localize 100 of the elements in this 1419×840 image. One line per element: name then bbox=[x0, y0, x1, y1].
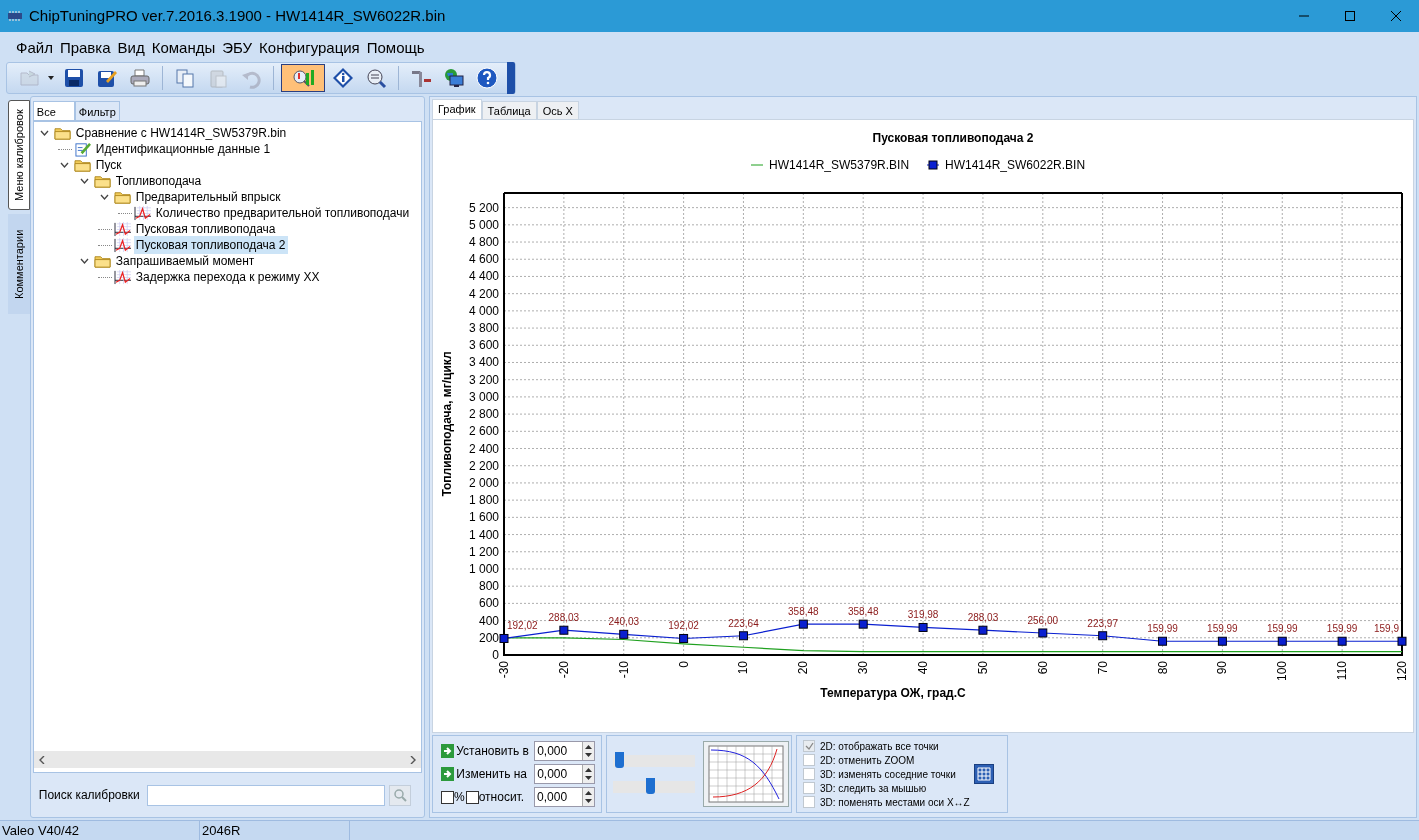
tree-item[interactable]: Предварительный впрыск bbox=[133, 188, 283, 206]
tree-item[interactable]: Пуск bbox=[93, 156, 124, 174]
tree-tab[interactable]: Фильтр bbox=[74, 101, 120, 121]
data-label: 159,99 bbox=[1207, 623, 1238, 635]
spin-icon[interactable] bbox=[585, 767, 592, 781]
y-tick-label: 4 600 bbox=[469, 252, 499, 267]
slider-track[interactable] bbox=[613, 781, 695, 793]
menu-item[interactable]: Файл bbox=[16, 38, 53, 60]
tree-item[interactable]: Пусковая топливоподача 2 bbox=[133, 236, 288, 254]
data-label: 159,9 bbox=[1374, 623, 1399, 635]
data-label: 223,64 bbox=[728, 617, 759, 629]
expanded-caret-icon[interactable] bbox=[100, 194, 110, 200]
document-pencil-icon bbox=[73, 141, 92, 157]
menu-item[interactable]: Команды bbox=[151, 38, 216, 60]
tree-item[interactable]: Топливоподача bbox=[113, 172, 204, 190]
x-tick-label: 90 bbox=[1215, 661, 1230, 675]
status-text: 2046R bbox=[202, 821, 241, 840]
y-tick-label: 2 000 bbox=[469, 475, 499, 490]
number-field[interactable]: 0,000 bbox=[534, 764, 595, 784]
action-label[interactable]: Установить в bbox=[456, 742, 533, 760]
data-point bbox=[619, 629, 629, 639]
x-axis-title: Температура ОЖ, град.С bbox=[820, 686, 966, 700]
grid-button-icon[interactable] bbox=[973, 764, 994, 784]
y-tick-label: 3 200 bbox=[469, 372, 499, 387]
y-tick-label: 1 000 bbox=[469, 561, 499, 576]
y-tick-label: 1 600 bbox=[469, 510, 499, 525]
data-label: 358,48 bbox=[847, 606, 879, 618]
y-tick-label: 0 bbox=[492, 648, 499, 662]
data-label: 159,99 bbox=[1267, 623, 1298, 635]
data-point bbox=[1337, 636, 1347, 646]
data-point bbox=[918, 622, 928, 632]
data-label: 358,48 bbox=[788, 606, 819, 618]
tree-item[interactable]: Сравнение с HW1414R_SW5379R.bin bbox=[73, 124, 289, 142]
chart-magnifier-button[interactable] bbox=[281, 64, 325, 92]
tree-item[interactable]: Запрашиваемый момент bbox=[113, 252, 257, 270]
slider-thumb[interactable] bbox=[615, 752, 625, 768]
y-tick-label: 5 000 bbox=[469, 217, 499, 232]
arrow-icon[interactable] bbox=[442, 746, 453, 756]
x-tick-label: 110 bbox=[1335, 661, 1350, 681]
curve-graph-icon[interactable] bbox=[703, 741, 789, 807]
arrow-icon[interactable] bbox=[442, 769, 453, 779]
data-label: 192,02 bbox=[507, 620, 538, 632]
x-tick-label: 50 bbox=[975, 661, 990, 675]
menu-item[interactable]: Правка bbox=[59, 38, 111, 60]
data-point bbox=[1397, 636, 1407, 646]
menu-item[interactable]: ЭБУ bbox=[222, 38, 253, 60]
menu-item[interactable]: Помощь bbox=[366, 38, 425, 60]
side-tab[interactable]: Комментарии bbox=[7, 214, 30, 314]
x-tick-label: 30 bbox=[856, 661, 871, 675]
option-label[interactable]: 2D: отображать все точки bbox=[820, 738, 939, 754]
scroll-right-icon[interactable] bbox=[409, 755, 417, 764]
data-label: 240,03 bbox=[608, 616, 640, 628]
y-tick-label: 1 200 bbox=[469, 544, 499, 559]
folder-icon bbox=[113, 189, 132, 205]
data-label: 159,99 bbox=[1326, 623, 1358, 635]
spin-icon[interactable] bbox=[585, 744, 592, 758]
option-label[interactable]: 2D: отменить ZOOM bbox=[820, 752, 915, 768]
graph-icon bbox=[113, 221, 132, 237]
tree-item[interactable]: Задержка перехода к режиму ХХ bbox=[133, 268, 322, 286]
data-point bbox=[499, 634, 509, 643]
option-label[interactable]: 3D: следить за мышью bbox=[820, 780, 927, 796]
slider-thumb[interactable] bbox=[645, 778, 655, 794]
menu-item[interactable]: Вид bbox=[117, 38, 145, 60]
expanded-caret-icon[interactable] bbox=[80, 258, 90, 264]
checkbox-label: % bbox=[454, 789, 465, 806]
data-label: 288,03 bbox=[548, 612, 580, 624]
chart-title: Пусковая топливоподача 2 bbox=[872, 131, 1034, 145]
data-point bbox=[1158, 636, 1168, 646]
scroll-left-icon[interactable] bbox=[37, 755, 46, 764]
y-tick-label: 4 400 bbox=[469, 269, 499, 284]
expanded-caret-icon[interactable] bbox=[80, 178, 90, 184]
search-field[interactable] bbox=[146, 784, 385, 806]
tree-item[interactable]: Пусковая топливоподача bbox=[133, 220, 278, 238]
spin-icon[interactable] bbox=[585, 790, 592, 804]
view-tab[interactable]: График bbox=[432, 99, 482, 120]
tree-tab[interactable]: Все bbox=[32, 101, 75, 121]
folder-icon bbox=[93, 173, 112, 189]
side-tab[interactable]: Меню калибровок bbox=[7, 100, 30, 210]
x-tick-label: 60 bbox=[1035, 661, 1050, 675]
x-tick-label: 100 bbox=[1275, 661, 1290, 682]
x-tick-label: 80 bbox=[1155, 661, 1170, 675]
tree-item[interactable]: Идентификационные данные 1 bbox=[93, 140, 273, 158]
number-field[interactable]: 0,000 bbox=[534, 741, 595, 761]
tree-item[interactable]: Количество предварительной топливоподачи bbox=[153, 204, 412, 222]
caret-icon[interactable] bbox=[48, 76, 54, 80]
x-tick-label: 10 bbox=[736, 661, 751, 675]
option-label[interactable]: 3D: поменять местами оси X↔Z bbox=[820, 794, 970, 810]
expanded-caret-icon[interactable] bbox=[60, 162, 70, 168]
number-field[interactable]: 0,000 bbox=[534, 787, 595, 807]
menu-item[interactable]: Конфигурация bbox=[259, 38, 360, 60]
checkbox[interactable] bbox=[465, 790, 479, 804]
data-label: 223,97 bbox=[1087, 617, 1118, 629]
expanded-caret-icon[interactable] bbox=[40, 130, 50, 136]
checkbox-label: относит. bbox=[478, 789, 525, 806]
action-label[interactable]: Изменить на bbox=[456, 765, 533, 783]
option-label[interactable]: 3D: изменять соседние точки bbox=[820, 766, 956, 782]
checkbox[interactable] bbox=[441, 790, 454, 804]
graph-icon bbox=[113, 269, 132, 285]
slider-track[interactable] bbox=[613, 755, 695, 767]
horizontal-scrollbar[interactable] bbox=[33, 751, 421, 768]
